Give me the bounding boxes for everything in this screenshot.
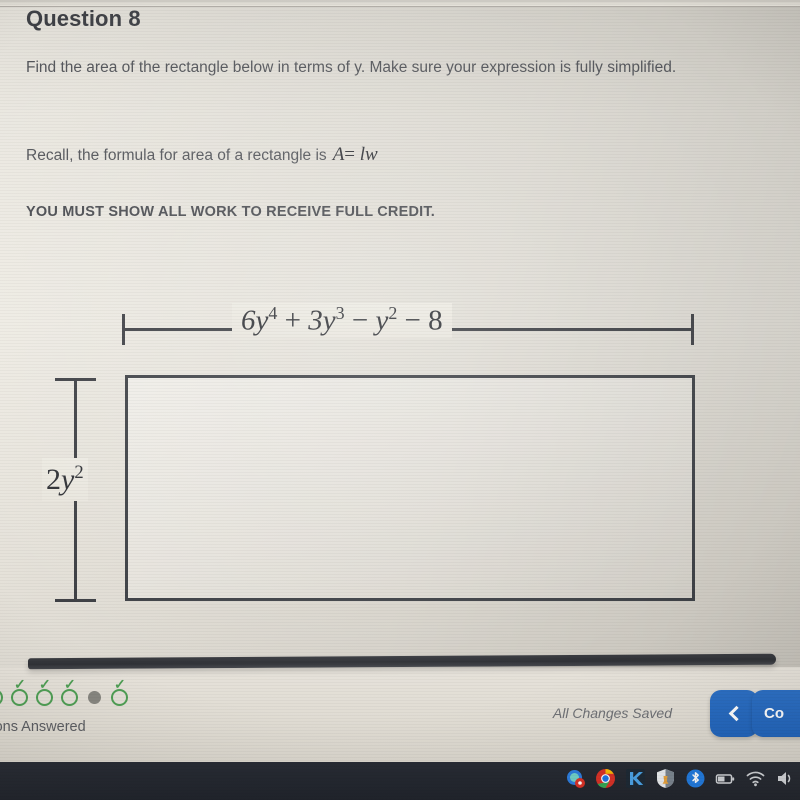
k-app-icon[interactable] [625, 768, 646, 789]
quiz-footer-bar: ✓ ✓ ✓ ✓ ✓ estions Answered All Changes S… [0, 667, 800, 762]
check-icon: ✓ [14, 676, 26, 692]
questions-answered-label: estions Answered [0, 719, 86, 735]
width-var-y-1: y [255, 304, 269, 337]
progress-dot-answered[interactable]: ✓ [36, 677, 53, 706]
rectangle-shape [125, 375, 695, 601]
rectangle-figure: 6y4 + 3y3 − y2 − 8 2y2 [0, 0, 800, 660]
progress-dot-current[interactable] [88, 691, 101, 704]
width-coef-3: 3 [308, 304, 323, 337]
progress-dots[interactable]: ✓ ✓ ✓ ✓ ✓ [0, 677, 128, 706]
back-button[interactable] [710, 690, 758, 737]
os-taskbar [0, 762, 800, 800]
height-dimension-cap-bottom [55, 599, 96, 602]
save-status-text: All Changes Saved [552, 705, 672, 721]
width-var-y-3: y [375, 304, 389, 337]
width-dimension-cap-right [691, 314, 694, 345]
height-exp-2: 2 [74, 462, 84, 483]
bluetooth-icon[interactable] [685, 768, 706, 789]
check-icon: ✓ [114, 676, 126, 692]
height-label: 2y2 [42, 458, 88, 501]
quiz-content-area: Question 8 Find the area of the rectangl… [0, 0, 800, 660]
progress-dot-answered[interactable]: ✓ [0, 677, 3, 706]
width-minus-1: − [344, 304, 376, 337]
wifi-icon[interactable] [745, 768, 766, 789]
battery-icon[interactable] [715, 768, 736, 789]
messages-icon[interactable] [565, 768, 586, 789]
width-var-y-2: y [322, 304, 336, 337]
width-exp-4: 4 [268, 303, 278, 323]
progress-dot-answered[interactable]: ✓ [61, 677, 78, 706]
volume-icon[interactable] [775, 768, 796, 789]
width-coef-6: 6 [241, 304, 256, 337]
progress-dot-answered[interactable]: ✓ [111, 677, 128, 706]
system-tray[interactable] [565, 768, 796, 789]
shield-app-icon[interactable] [655, 768, 676, 789]
width-exp-3: 3 [335, 303, 345, 323]
photographed-screen: Question 8 Find the area of the rectangl… [0, 0, 800, 800]
check-icon: ✓ [39, 676, 51, 692]
width-label: 6y4 + 3y3 − y2 − 8 [232, 303, 452, 338]
progress-dot-answered[interactable]: ✓ [11, 677, 28, 706]
chrome-icon[interactable] [595, 768, 616, 789]
height-dimension-cap-top [55, 378, 96, 381]
check-icon: ✓ [64, 676, 76, 692]
continue-button[interactable]: Co [752, 690, 800, 737]
height-var-y: y [61, 463, 75, 496]
check-icon: ✓ [0, 677, 2, 691]
width-const-8: 8 [428, 304, 443, 337]
chevron-left-icon [728, 705, 744, 722]
width-minus-2: − [397, 304, 429, 337]
width-plus: + [277, 304, 309, 337]
height-coef-2: 2 [46, 463, 61, 496]
width-dimension-cap-left [122, 314, 125, 345]
width-exp-2: 2 [388, 303, 398, 323]
